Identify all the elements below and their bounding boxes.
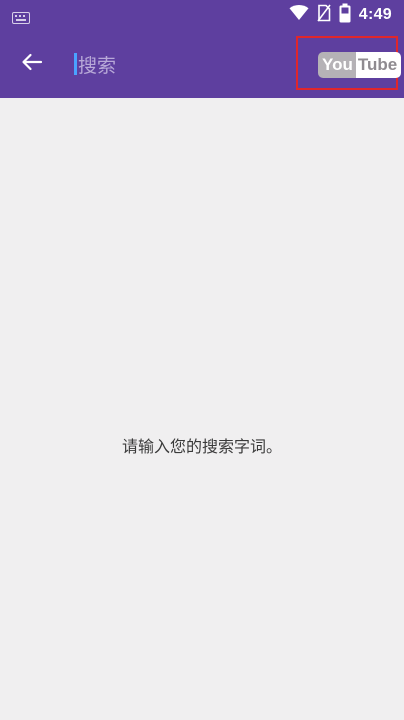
- status-icons: 4:49: [289, 3, 392, 27]
- empty-search-hint: 请输入您的搜索字词。: [121, 437, 282, 456]
- arrow-left-icon: [21, 53, 43, 75]
- back-button[interactable]: [12, 44, 52, 84]
- status-time: 4:49: [358, 6, 392, 23]
- text-cursor: [74, 53, 77, 75]
- search-input-text: 搜索: [78, 54, 117, 77]
- search-input[interactable]: 搜索: [74, 48, 274, 80]
- youtube-logo-tube: Tube: [355, 52, 402, 78]
- app-bar: 搜索 You Tube: [0, 30, 404, 98]
- keyboard-icon: [12, 9, 30, 24]
- wifi-icon: [289, 5, 309, 25]
- search-results-area: 请输入您的搜索字词。: [0, 98, 404, 720]
- youtube-logo-button[interactable]: You Tube: [318, 52, 402, 78]
- status-bar: 4:49: [0, 0, 404, 30]
- youtube-highlight-box: You Tube: [296, 36, 402, 90]
- no-sim-icon: [317, 4, 331, 26]
- battery-icon: [339, 3, 351, 27]
- youtube-logo-you: You: [318, 52, 356, 78]
